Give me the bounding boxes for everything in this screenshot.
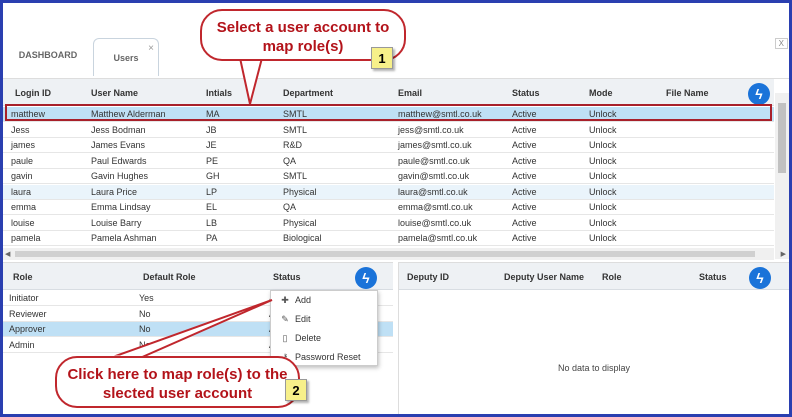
callout-pointers xyxy=(109,57,273,359)
callout-1-pointer xyxy=(238,57,264,105)
callout-map-roles: Click here to map role(s) to the slected… xyxy=(55,356,300,408)
step-badge-1: 1 xyxy=(371,47,393,69)
step-badge-2: 2 xyxy=(285,379,307,401)
callout-2-pointer xyxy=(109,299,273,359)
